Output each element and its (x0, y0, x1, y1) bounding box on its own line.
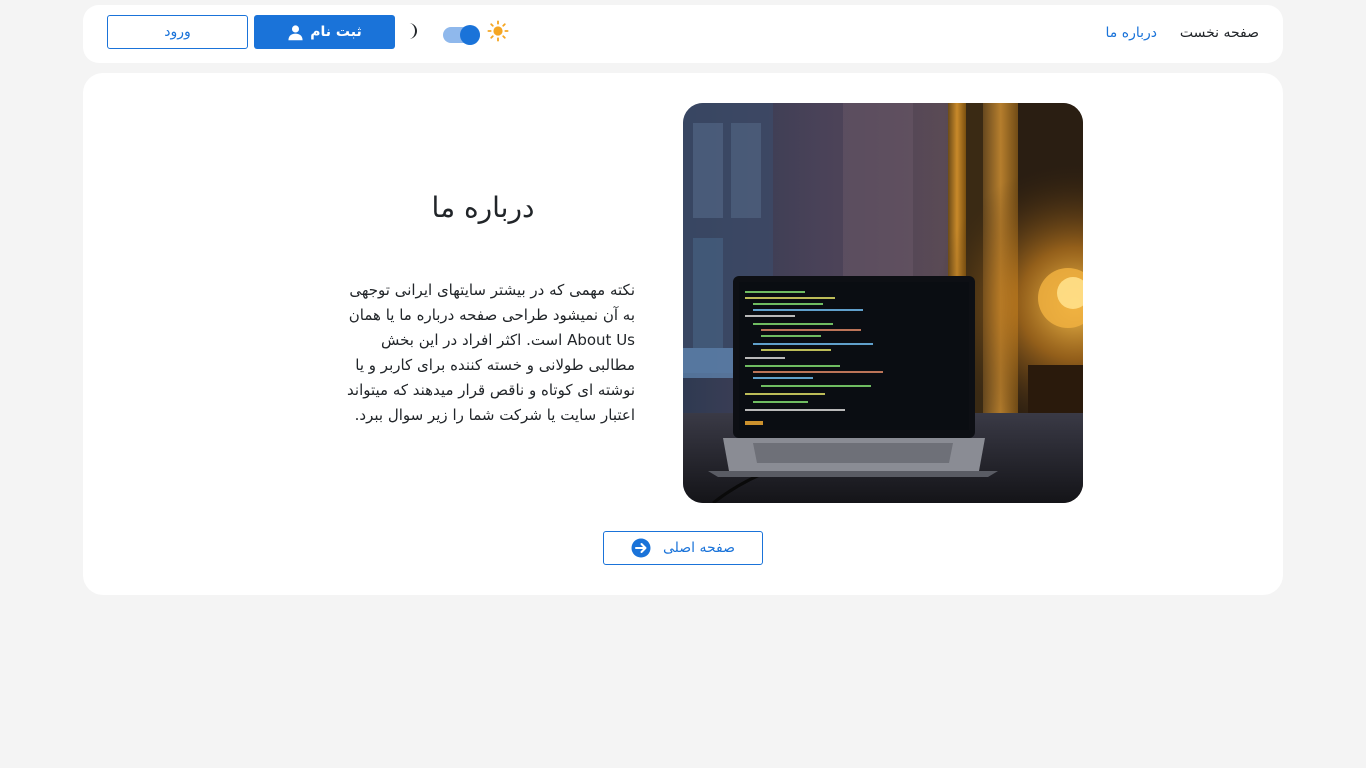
page-title: درباره ما (431, 191, 535, 224)
about-card: درباره ما نکته مهمی که در بیشتر سایتهای … (83, 73, 1283, 595)
register-button[interactable]: ثبت نام (254, 15, 395, 49)
home-button[interactable]: صفحه اصلی (603, 531, 763, 565)
home-button-label: صفحه اصلی (662, 540, 736, 556)
nav-link-about[interactable]: درباره ما (1106, 5, 1157, 63)
login-button[interactable]: ورود (107, 15, 248, 49)
laptop-photo (683, 103, 1083, 503)
theme-toggle[interactable] (443, 25, 480, 45)
navbar: صفحه نخست درباره ما ثبت نام ورود (83, 5, 1283, 63)
about-description: نکته مهمی که در بیشتر سایتهای ایرانی توج… (347, 281, 635, 424)
register-button-label: ثبت نام (310, 24, 362, 40)
arrow-right-circle-icon (631, 538, 651, 558)
user-icon (288, 24, 303, 40)
sun-icon (487, 20, 509, 42)
moon-icon (404, 22, 420, 40)
nav-link-home[interactable]: صفحه نخست (1180, 5, 1259, 63)
login-button-label: ورود (164, 24, 191, 40)
theme-toggle-knob (460, 25, 480, 45)
